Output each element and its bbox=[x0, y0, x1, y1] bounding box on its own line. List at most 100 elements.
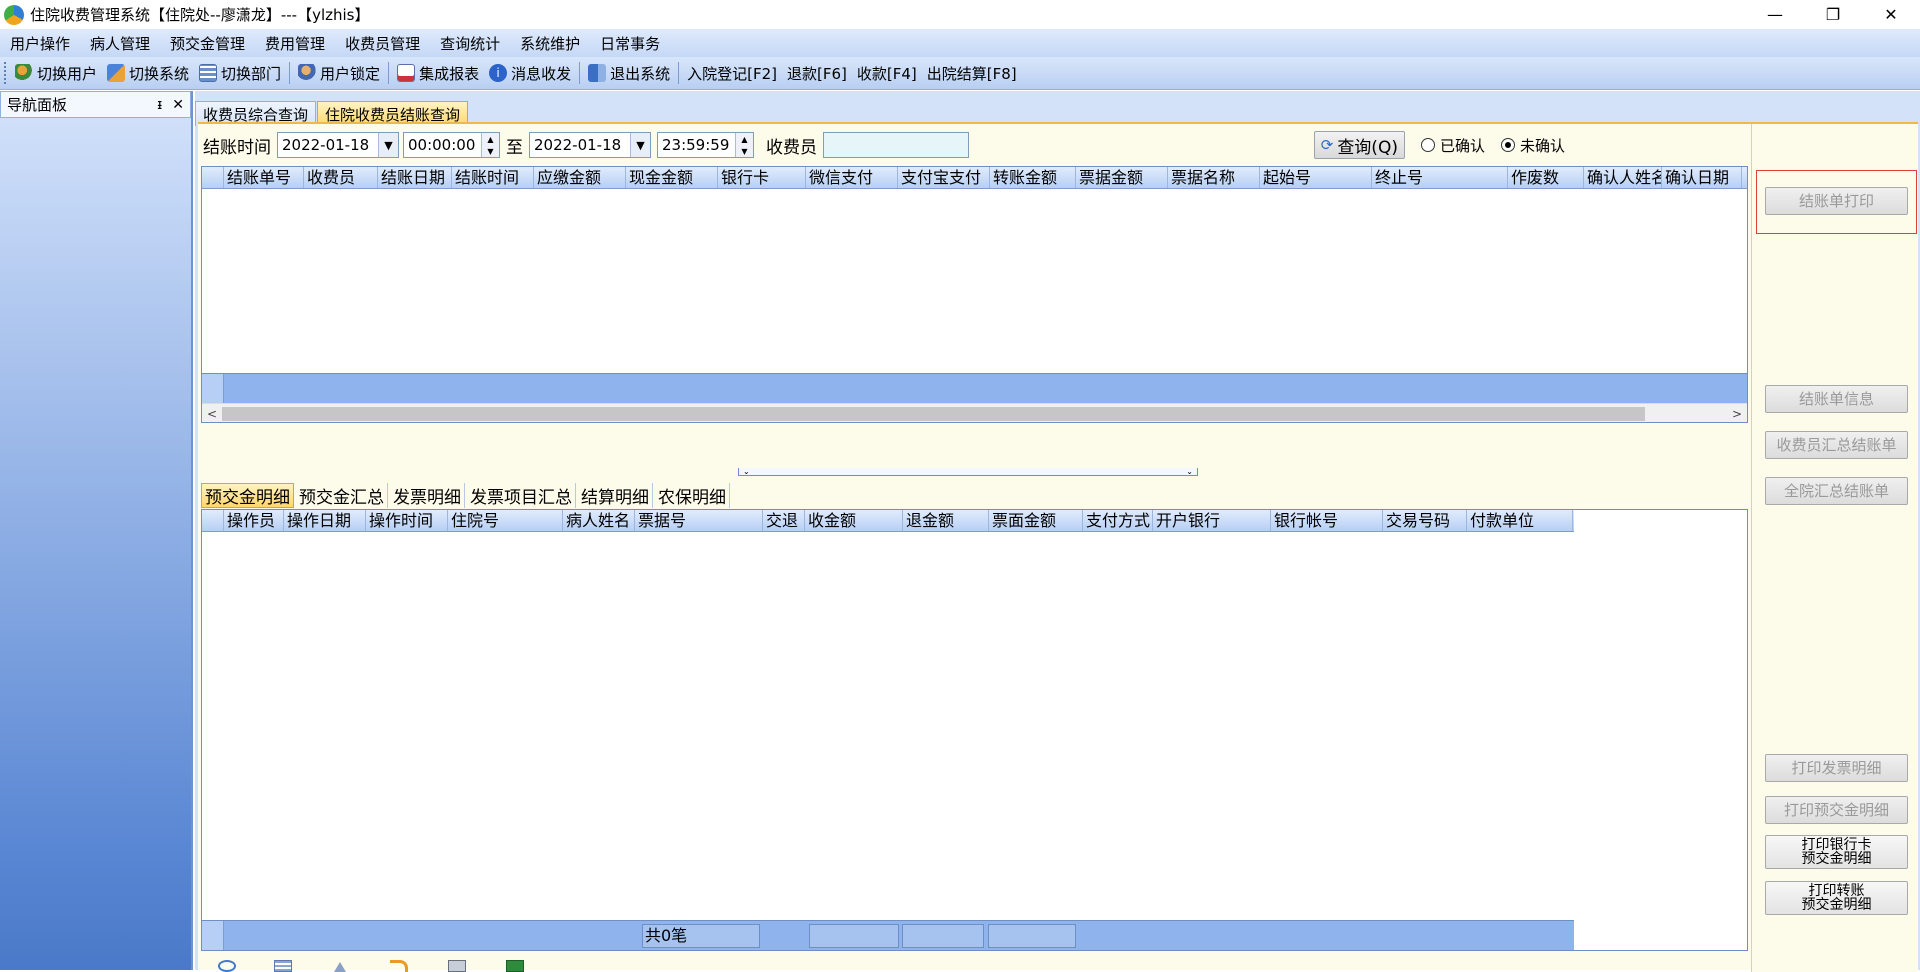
settlement-grid[interactable]: 结账单号 收费员 结账日期 结账时间 应缴金额 现金金额 银行卡 微信支付 支付… bbox=[201, 166, 1748, 423]
spin-up-icon[interactable]: ▲ bbox=[482, 133, 499, 145]
deposit-detail-grid[interactable]: 操作员 操作日期 操作时间 住院号 病人姓名 票据号 交退 收金额 退金额 票面… bbox=[201, 509, 1748, 951]
spin-up-icon[interactable]: ▲ bbox=[736, 133, 753, 145]
col-settle-time[interactable]: 结账时间 bbox=[452, 167, 534, 188]
switch-system-button[interactable]: 切换系统 bbox=[102, 60, 194, 86]
user-lock-button[interactable]: 用户锁定 bbox=[293, 60, 385, 86]
col-confirmer[interactable]: 确认人姓名 bbox=[1584, 167, 1662, 188]
col-pay-refund[interactable]: 交退 bbox=[763, 510, 805, 531]
menu-system-maint[interactable]: 系统维护 bbox=[510, 33, 590, 54]
menu-user-ops[interactable]: 用户操作 bbox=[0, 33, 80, 54]
from-date-picker[interactable]: 2022-01-18 ▼ bbox=[277, 132, 399, 158]
filter-icon[interactable] bbox=[334, 960, 346, 972]
col-wechat[interactable]: 微信支付 bbox=[806, 167, 898, 188]
time-spinner[interactable]: ▲ ▼ bbox=[735, 133, 753, 157]
col-refunded[interactable]: 退金额 bbox=[903, 510, 989, 531]
col-operator[interactable]: 操作员 bbox=[224, 510, 284, 531]
chevron-down-icon[interactable]: ▼ bbox=[630, 133, 650, 157]
col-inpatient-no[interactable]: 住院号 bbox=[448, 510, 563, 531]
menu-deposit-mgmt[interactable]: 预交金管理 bbox=[160, 33, 255, 54]
scroll-left-icon[interactable]: < bbox=[202, 404, 222, 422]
chevron-down-icon[interactable]: ▼ bbox=[378, 133, 398, 157]
col-trade-no[interactable]: 交易号码 bbox=[1383, 510, 1467, 531]
printer-icon[interactable] bbox=[448, 960, 466, 972]
col-invoice-name[interactable]: 票据名称 bbox=[1168, 167, 1260, 188]
menu-query-stats[interactable]: 查询统计 bbox=[430, 33, 510, 54]
app-logo-icon bbox=[4, 4, 24, 25]
table-icon[interactable] bbox=[274, 960, 292, 972]
col-start-no[interactable]: 起始号 bbox=[1260, 167, 1372, 188]
menu-cashier-mgmt[interactable]: 收费员管理 bbox=[335, 33, 430, 54]
col-settle-date[interactable]: 结账日期 bbox=[378, 167, 452, 188]
col-bank-card[interactable]: 银行卡 bbox=[718, 167, 806, 188]
redo-icon[interactable] bbox=[390, 960, 408, 972]
col-confirm-date[interactable]: 确认日期 bbox=[1662, 167, 1742, 188]
col-received[interactable]: 收金额 bbox=[805, 510, 903, 531]
print-bankcard-deposit-button[interactable]: 打印银行卡 预交金明细 bbox=[1765, 835, 1908, 869]
tab-deposit-detail[interactable]: 预交金明细 bbox=[201, 483, 294, 508]
report-button[interactable]: 集成报表 bbox=[392, 60, 484, 86]
col-pay-method[interactable]: 支付方式 bbox=[1083, 510, 1153, 531]
messages-button[interactable]: i 消息收发 bbox=[484, 60, 576, 86]
spin-down-icon[interactable]: ▼ bbox=[482, 145, 499, 157]
menu-daily-affairs[interactable]: 日常事务 bbox=[590, 33, 670, 54]
admit-button[interactable]: 入院登记[F2] bbox=[682, 60, 782, 86]
print-statement-button[interactable]: 结账单打印 bbox=[1765, 187, 1908, 215]
refund-button[interactable]: 退款[F6] bbox=[782, 60, 852, 86]
tab-invoice-detail[interactable]: 发票明细 bbox=[390, 483, 465, 508]
col-bank-account[interactable]: 银行帐号 bbox=[1271, 510, 1383, 531]
exit-system-button[interactable]: 退出系统 bbox=[583, 60, 675, 86]
scroll-right-icon[interactable]: > bbox=[1727, 404, 1747, 422]
menu-patient-mgmt[interactable]: 病人管理 bbox=[80, 33, 160, 54]
col-receipt-no[interactable]: 票据号 bbox=[635, 510, 763, 531]
to-time-field[interactable]: 23:59:59 ▲ ▼ bbox=[657, 132, 754, 158]
scroll-thumb[interactable] bbox=[222, 407, 1645, 421]
tab-settlement-detail[interactable]: 结算明细 bbox=[578, 483, 653, 508]
nav-close-icon[interactable]: ✕ bbox=[172, 97, 184, 113]
hospital-summary-button[interactable]: 全院汇总结账单 bbox=[1765, 477, 1908, 505]
cashier-summary-button[interactable]: 收费员汇总结账单 bbox=[1765, 431, 1908, 459]
col-cash[interactable]: 现金金额 bbox=[626, 167, 718, 188]
tab-invoice-item-summary[interactable]: 发票项目汇总 bbox=[467, 483, 576, 508]
print-deposit-detail-button[interactable]: 打印预交金明细 bbox=[1765, 796, 1908, 824]
switch-user-button[interactable]: 切换用户 bbox=[10, 60, 102, 86]
radio-confirmed[interactable]: 已确认 bbox=[1420, 135, 1485, 156]
menu-fee-mgmt[interactable]: 费用管理 bbox=[255, 33, 335, 54]
minimize-button[interactable]: — bbox=[1746, 0, 1804, 29]
refresh-icon[interactable] bbox=[218, 960, 236, 972]
col-transfer[interactable]: 转账金额 bbox=[990, 167, 1076, 188]
restore-button[interactable]: ❐ bbox=[1804, 0, 1862, 29]
close-button[interactable]: ✕ bbox=[1862, 0, 1920, 29]
settlement-grid-hscroll[interactable]: < > bbox=[202, 403, 1747, 422]
panel-splitter[interactable]: ⌄ ⌄ bbox=[738, 467, 1198, 476]
col-end-no[interactable]: 终止号 bbox=[1372, 167, 1508, 188]
print-transfer-deposit-button[interactable]: 打印转账 预交金明细 bbox=[1765, 881, 1908, 915]
switch-dept-button[interactable]: 切换部门 bbox=[194, 60, 286, 86]
col-op-time[interactable]: 操作时间 bbox=[366, 510, 448, 531]
col-cashier[interactable]: 收费员 bbox=[304, 167, 378, 188]
tab-deposit-summary[interactable]: 预交金汇总 bbox=[296, 483, 388, 508]
collect-button[interactable]: 收款[F4] bbox=[852, 60, 922, 86]
pin-icon[interactable]: ᵻ bbox=[157, 97, 162, 113]
col-settle-no[interactable]: 结账单号 bbox=[224, 167, 304, 188]
excel-icon[interactable] bbox=[506, 960, 524, 972]
cashier-input[interactable] bbox=[823, 132, 969, 158]
col-void-count[interactable]: 作废数 bbox=[1508, 167, 1584, 188]
radio-unconfirmed[interactable]: 未确认 bbox=[1500, 135, 1565, 156]
print-invoice-detail-button[interactable]: 打印发票明细 bbox=[1765, 754, 1908, 782]
col-bank[interactable]: 开户银行 bbox=[1153, 510, 1271, 531]
col-face-amount[interactable]: 票面金额 bbox=[989, 510, 1083, 531]
from-time-field[interactable]: 00:00:00 ▲ ▼ bbox=[403, 132, 500, 158]
col-payer-unit[interactable]: 付款单位 bbox=[1467, 510, 1573, 531]
statement-info-button[interactable]: 结账单信息 bbox=[1765, 385, 1908, 413]
col-alipay[interactable]: 支付宝支付 bbox=[898, 167, 990, 188]
discharge-button[interactable]: 出院结算[F8] bbox=[922, 60, 1022, 86]
col-patient-name[interactable]: 病人姓名 bbox=[563, 510, 635, 531]
tab-rural-insurance-detail[interactable]: 农保明细 bbox=[655, 483, 730, 508]
time-spinner[interactable]: ▲ ▼ bbox=[481, 133, 499, 157]
spin-down-icon[interactable]: ▼ bbox=[736, 145, 753, 157]
col-invoice-amount[interactable]: 票据金额 bbox=[1076, 167, 1168, 188]
to-date-picker[interactable]: 2022-01-18 ▼ bbox=[529, 132, 651, 158]
col-amount-due[interactable]: 应缴金额 bbox=[534, 167, 626, 188]
col-op-date[interactable]: 操作日期 bbox=[284, 510, 366, 531]
query-button[interactable]: ⟳ 查询(Q) bbox=[1313, 131, 1405, 159]
